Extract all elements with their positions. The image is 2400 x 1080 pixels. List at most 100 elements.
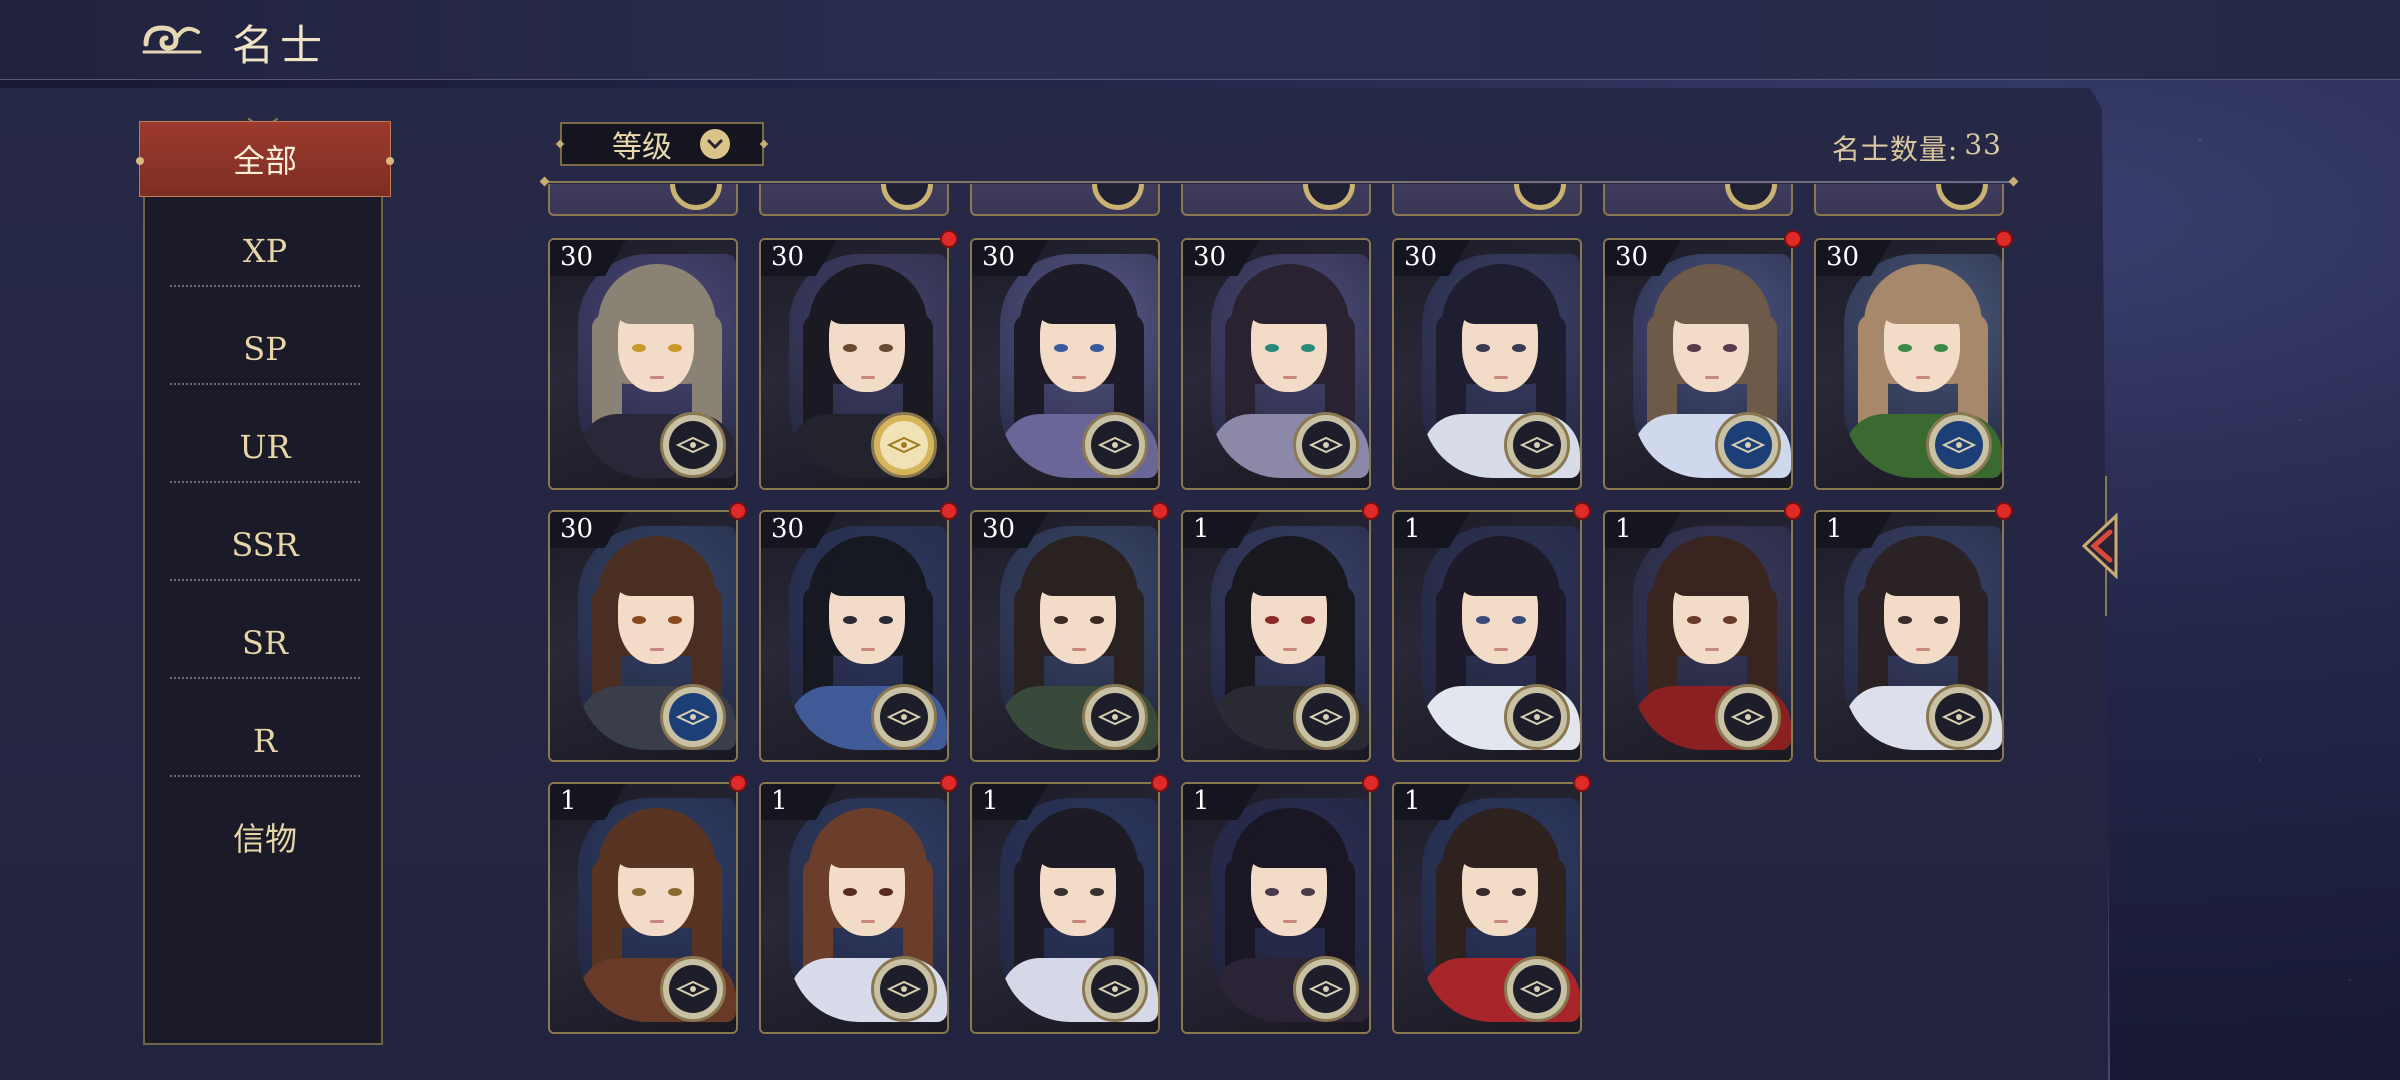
faction-emblem-inner <box>880 421 928 469</box>
faction-emblem-icon <box>1293 684 1359 750</box>
portrait-fringe <box>1880 284 1966 324</box>
faction-emblem-inner <box>1935 421 1983 469</box>
portrait-fringe <box>1036 556 1122 596</box>
partial-card[interactable] <box>970 184 1160 216</box>
character-count: 名士数量: 33 <box>1832 128 2002 168</box>
portrait-mouth <box>650 376 664 379</box>
sort-dropdown[interactable]: 等级 <box>560 122 764 166</box>
partial-card[interactable] <box>1392 184 1582 216</box>
character-card[interactable]: 1 <box>970 782 1160 1034</box>
portrait-eye <box>1512 344 1526 352</box>
notification-dot <box>1362 502 1380 520</box>
sidebar-item-2[interactable]: SP <box>145 313 385 385</box>
portrait-eye <box>1898 344 1912 352</box>
portrait-mouth <box>1494 376 1508 379</box>
sidebar-item-label: R <box>252 722 278 760</box>
sidebar-item-0[interactable]: 全部 <box>136 121 394 197</box>
notification-dot <box>1784 230 1802 248</box>
portrait-eye <box>1090 344 1104 352</box>
character-card[interactable]: 30 <box>1603 238 1793 490</box>
notification-dot <box>729 774 747 792</box>
notification-dot <box>1995 502 2013 520</box>
character-card[interactable]: 30 <box>1181 238 1371 490</box>
character-card[interactable]: 1 <box>1814 510 2004 762</box>
card-emblem-icon <box>1725 184 1777 210</box>
character-card[interactable]: 30 <box>1392 238 1582 490</box>
faction-emblem-inner <box>1513 421 1561 469</box>
faction-emblem-icon <box>1715 412 1781 478</box>
portrait-fringe <box>825 556 911 596</box>
portrait-eye <box>1265 344 1279 352</box>
sidebar-item-3[interactable]: UR <box>145 411 385 483</box>
card-emblem-icon <box>1514 184 1566 210</box>
sidebar-item-6[interactable]: R <box>145 705 385 777</box>
sidebar-item-5[interactable]: SR <box>145 607 385 679</box>
portrait-mouth <box>1494 920 1508 923</box>
chevron-down-icon <box>700 129 730 159</box>
portrait-fringe <box>1036 828 1122 868</box>
notification-dot <box>1151 774 1169 792</box>
notification-dot <box>729 502 747 520</box>
portrait-mouth <box>1494 648 1508 651</box>
sidebar-separator <box>170 481 360 483</box>
character-card[interactable]: 30 <box>1814 238 2004 490</box>
portrait-eye <box>1301 616 1315 624</box>
portrait-eye <box>1054 888 1068 896</box>
card-emblem-icon <box>1303 184 1355 210</box>
sidebar-item-label: SR <box>241 624 288 662</box>
faction-emblem-icon <box>1082 412 1148 478</box>
character-card[interactable]: 30 <box>548 510 738 762</box>
collapse-arrow-icon[interactable] <box>2076 476 2120 616</box>
character-card[interactable]: 1 <box>548 782 738 1034</box>
portrait-eye <box>1265 616 1279 624</box>
character-card[interactable]: 30 <box>970 510 1160 762</box>
portrait-fringe <box>1247 284 1333 324</box>
faction-emblem-icon <box>1293 956 1359 1022</box>
portrait-fringe <box>1458 556 1544 596</box>
sort-dropdown-label: 等级 <box>612 130 672 165</box>
portrait-eye <box>1934 616 1948 624</box>
portrait-mouth <box>1283 648 1297 651</box>
character-card[interactable]: 1 <box>1181 782 1371 1034</box>
sidebar-item-label: 信物 <box>232 820 297 858</box>
portrait-eye <box>879 616 893 624</box>
faction-emblem-icon <box>871 956 937 1022</box>
character-card[interactable]: 30 <box>759 510 949 762</box>
portrait-eye <box>879 888 893 896</box>
portrait-eye <box>879 344 893 352</box>
partial-card[interactable] <box>1603 184 1793 216</box>
count-value: 33 <box>1964 128 2002 161</box>
sidebar-item-7[interactable]: 信物 <box>145 801 385 873</box>
portrait-fringe <box>614 284 700 324</box>
character-card[interactable]: 1 <box>1603 510 1793 762</box>
faction-emblem-icon <box>1504 956 1570 1022</box>
portrait-eye <box>1476 888 1490 896</box>
portrait-eye <box>668 616 682 624</box>
sidebar-item-label: 全部 <box>232 142 297 180</box>
character-card[interactable]: 1 <box>1181 510 1371 762</box>
scrolled-card-row <box>548 184 2008 218</box>
portrait-eye <box>632 888 646 896</box>
notification-dot <box>1573 502 1591 520</box>
portrait-fringe <box>1458 828 1544 868</box>
partial-card[interactable] <box>1181 184 1371 216</box>
portrait-eye <box>1476 616 1490 624</box>
partial-card[interactable] <box>548 184 738 216</box>
faction-emblem-icon <box>1504 684 1570 750</box>
character-card[interactable]: 1 <box>1392 782 1582 1034</box>
sidebar-item-4[interactable]: SSR <box>145 509 385 581</box>
faction-emblem-inner <box>1724 693 1772 741</box>
portrait-fringe <box>1458 284 1544 324</box>
character-card[interactable]: 30 <box>548 238 738 490</box>
character-card[interactable]: 30 <box>970 238 1160 490</box>
sidebar-item-label: SP <box>243 330 287 368</box>
faction-emblem-icon <box>660 412 726 478</box>
faction-emblem-inner <box>669 421 717 469</box>
sidebar-item-1[interactable]: XP <box>145 215 385 287</box>
faction-emblem-icon <box>1293 412 1359 478</box>
character-card[interactable]: 30 <box>759 238 949 490</box>
partial-card[interactable] <box>1814 184 2004 216</box>
partial-card[interactable] <box>759 184 949 216</box>
character-card[interactable]: 1 <box>1392 510 1582 762</box>
character-card[interactable]: 1 <box>759 782 949 1034</box>
